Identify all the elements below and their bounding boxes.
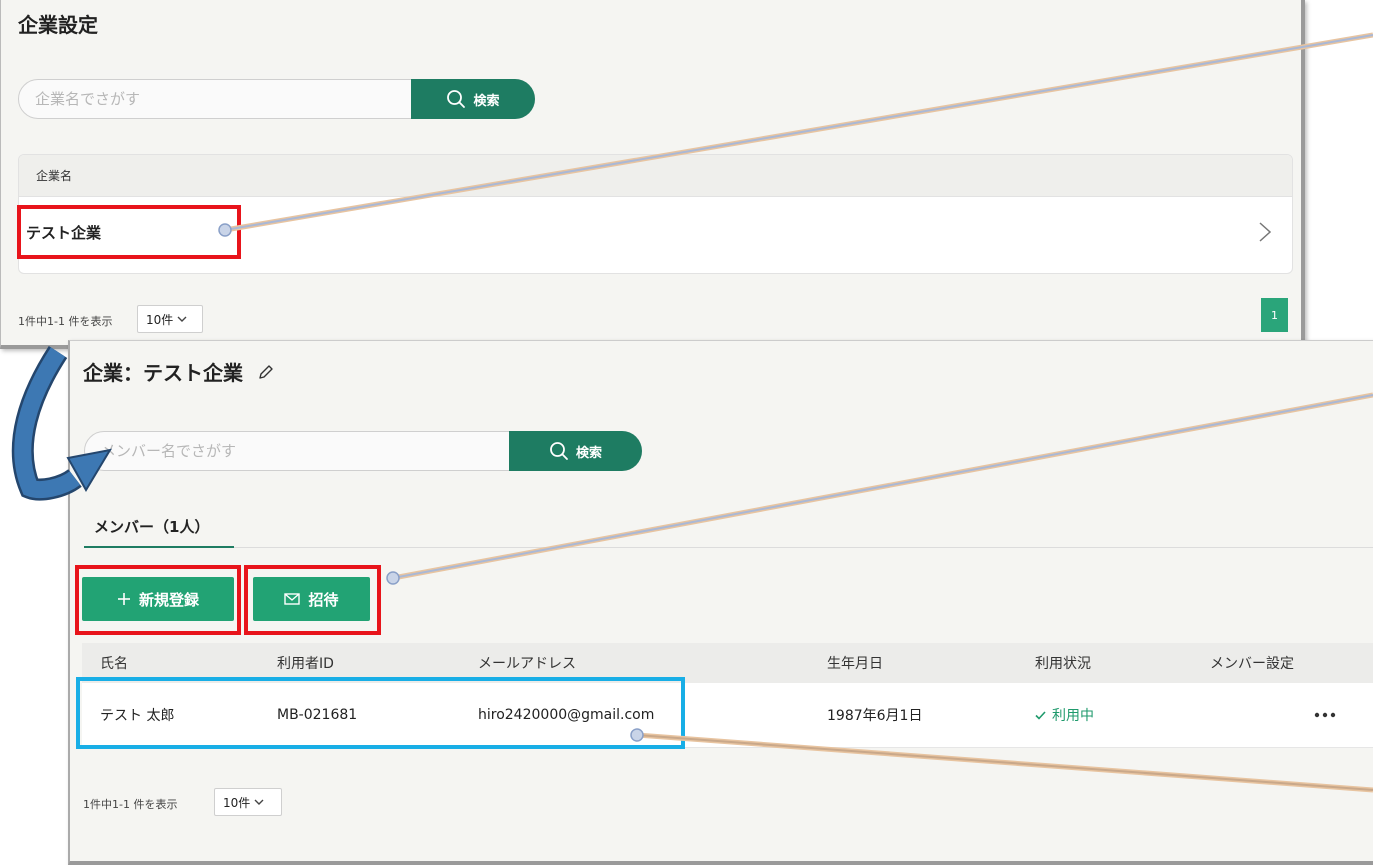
column-header-email: メールアドレス xyxy=(478,656,576,672)
column-header-user-id: 利用者ID xyxy=(277,656,334,672)
search-button-label: 検索 xyxy=(473,93,500,109)
column-header-status: 利用状況 xyxy=(1035,656,1091,672)
highlight-new-registration xyxy=(75,565,241,635)
search-button-label: 検索 xyxy=(575,445,602,461)
tab-divider xyxy=(234,547,1373,548)
company-search-button[interactable]: 検索 xyxy=(411,79,535,119)
detail-title-row: 企業：テスト企業 xyxy=(83,357,275,386)
highlight-member-row xyxy=(76,677,685,749)
check-icon xyxy=(1035,710,1046,720)
page-title: 企業設定 xyxy=(18,13,98,37)
member-status-label: 利用中 xyxy=(1052,708,1094,724)
per-page-value: 10件 xyxy=(146,312,174,327)
company-search-box: 検索 xyxy=(18,79,535,119)
tab-members[interactable]: メンバー（1人） xyxy=(94,516,209,537)
per-page-select[interactable]: 10件 xyxy=(137,305,203,333)
tab-active-underline xyxy=(84,546,234,548)
search-icon xyxy=(447,90,466,108)
pagination-summary: 1件中1-1 件を表示 xyxy=(83,798,178,811)
member-search-box: 検索 xyxy=(84,431,642,471)
company-name-column-header: 企業名 xyxy=(19,155,1292,197)
member-birthdate-cell: 1987年6月1日 xyxy=(827,708,923,724)
member-search-input[interactable] xyxy=(85,432,510,470)
column-header-birthdate: 生年月日 xyxy=(827,656,883,672)
member-search-button[interactable]: 検索 xyxy=(509,431,642,471)
pagination-summary: 1件中1-1 件を表示 xyxy=(18,315,113,328)
per-page-value: 10件 xyxy=(223,795,251,810)
highlight-company-row xyxy=(17,205,241,259)
chevron-down-icon xyxy=(254,799,264,805)
company-detail-title: 企業：テスト企業 xyxy=(83,361,243,385)
company-search-input[interactable] xyxy=(19,80,411,118)
company-settings-panel: 企業設定 検索 企業名 テスト企業 1件中1-1 件を表示 10件 1 xyxy=(0,0,1305,349)
chevron-right-icon xyxy=(1259,222,1272,242)
more-icon[interactable] xyxy=(1314,712,1336,718)
pencil-icon[interactable] xyxy=(257,363,275,381)
page-number-button[interactable]: 1 xyxy=(1261,298,1288,332)
column-header-name: 氏名 xyxy=(100,656,128,672)
chevron-down-icon xyxy=(177,316,187,322)
column-header-member-settings: メンバー設定 xyxy=(1210,656,1294,672)
search-icon xyxy=(550,442,568,460)
highlight-invite xyxy=(244,565,381,635)
member-status-cell: 利用中 xyxy=(1035,705,1094,725)
per-page-select[interactable]: 10件 xyxy=(214,788,282,816)
